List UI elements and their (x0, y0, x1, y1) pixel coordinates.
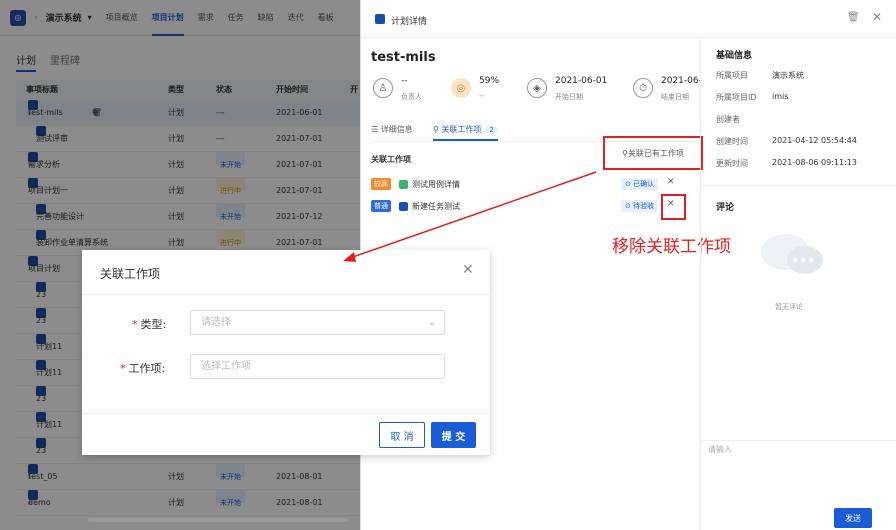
comments-header: 评论 (716, 203, 735, 213)
progress-value: 59% (479, 76, 500, 86)
submit-button[interactable]: 提 交 (431, 422, 476, 448)
basic-info-panel: 基础信息 所属项目 演示系统 所属项目ID imis 创建者 创建时间 2021-04… (716, 48, 886, 168)
related-header: 关联工作项 (371, 155, 411, 164)
drawer-title: 计划详情 (391, 17, 428, 27)
progress-icon: ◎ (451, 78, 471, 98)
plan-type-icon (375, 14, 385, 24)
priority-badge: 较高 (371, 178, 391, 190)
info-key: 更新时间 (716, 159, 748, 168)
info-value: 2021-04-12 05:54:44 (772, 136, 857, 145)
info-value: 演示系统 (772, 71, 804, 80)
tab-detail[interactable]: ☰ 详细信息 (371, 124, 413, 135)
tab-related[interactable]: ⚲ 关联工作项 2 (433, 124, 498, 141)
type-select[interactable]: 请选择 ⌄ (190, 310, 445, 335)
divider (700, 38, 701, 530)
priority-badge: 普通 (371, 200, 391, 212)
link-workitem-modal: 关联工作项 ✕ * 类型: 请选择 ⌄ * 工作项: 选择工作项 取 消 提 交 (82, 250, 490, 455)
progress-label: -- (479, 92, 485, 100)
divider (700, 185, 896, 186)
close-icon[interactable]: ✕ (462, 262, 474, 278)
info-key: 创建者 (716, 115, 740, 124)
status-dot-icon: ⊙ (625, 202, 634, 210)
status-badge: ⊙ 待验收 (621, 200, 659, 212)
horizontal-scrollbar[interactable] (88, 518, 348, 522)
type-label: * 类型: (132, 316, 166, 332)
modal-header: 关联工作项 ✕ (82, 250, 490, 295)
status-badge: ⊙ 已确认 (621, 178, 659, 190)
cancel-button[interactable]: 取 消 (379, 422, 425, 448)
tab-related-label: 关联工作项 (441, 125, 482, 134)
status-label: 已确认 (633, 180, 655, 188)
item-title[interactable]: test-mils (371, 50, 436, 65)
info-value: imis (772, 92, 789, 101)
modal-title: 关联工作项 (100, 267, 161, 281)
info-key: 创建时间 (716, 137, 748, 146)
end-date-label: 结束日期 (661, 93, 689, 101)
start-date-value: 2021-06-01 (555, 76, 608, 86)
type-label-text: 类型: (140, 318, 167, 331)
empty-comments-text: 暂无评论 (775, 303, 803, 311)
testcase-icon (399, 180, 408, 189)
owner-label: 负责人 (401, 93, 422, 101)
chevron-down-icon: ⌄ (427, 317, 436, 328)
related-item-name[interactable]: 新建任务测试 (412, 201, 460, 212)
required-mark: * (120, 362, 126, 375)
info-key: 所属项目ID (716, 93, 757, 102)
related-count-badge: 2 (485, 126, 498, 134)
start-date-icon: ◈ (527, 78, 547, 98)
workitem-placeholder: 选择工作项 (201, 361, 251, 372)
send-button[interactable]: 发送 (834, 508, 872, 528)
end-date-value: 2021-06- (661, 76, 702, 86)
close-icon[interactable]: ✕ (872, 10, 882, 24)
link-existing-label: 关联已有工作项 (627, 148, 684, 158)
task-icon (399, 202, 408, 211)
user-icon: ♙ (373, 78, 393, 98)
start-date-label: 开始日期 (555, 93, 583, 101)
comment-input[interactable]: 请输入 (708, 444, 732, 455)
info-key: 所属项目 (716, 71, 748, 80)
remove-icon[interactable]: ✕ (667, 177, 675, 187)
remove-annotation: 移除关联工作项 (612, 237, 731, 257)
required-mark: * (132, 318, 138, 331)
link-existing-button[interactable]: ⚲ 关联已有工作项 (603, 136, 703, 170)
empty-comment-icon (761, 234, 823, 274)
related-item-name[interactable]: 测试用例详情 (412, 179, 460, 190)
status-dot-icon: ⊙ (625, 180, 634, 188)
related-item[interactable]: 普通 新建任务测试 ⊙ 待验收 ✕ (371, 196, 696, 216)
list-icon: ☰ (371, 125, 381, 134)
related-item[interactable]: 较高 测试用例详情 ⊙ 已确认 ✕ (371, 174, 696, 194)
tab-detail-label: 详细信息 (380, 125, 413, 134)
workitem-label: * 工作项: (120, 360, 165, 376)
drawer-header: 计划详情 🗑 ✕ (361, 0, 896, 38)
modal-footer-divider (82, 413, 490, 414)
workitem-label-text: 工作项: (128, 362, 166, 375)
trash-icon[interactable]: 🗑 (847, 12, 860, 23)
basic-info-header: 基础信息 (716, 51, 753, 61)
owner-value: -- (401, 76, 408, 86)
divider (700, 440, 896, 441)
timer-icon: ⏱ (633, 78, 653, 98)
status-label: 待验收 (633, 202, 655, 210)
remove-highlight-box (661, 194, 686, 220)
type-placeholder: 请选择 (201, 317, 231, 328)
workitem-input[interactable]: 选择工作项 (190, 354, 445, 379)
info-value: 2021-08-06 09:11:13 (772, 158, 857, 167)
